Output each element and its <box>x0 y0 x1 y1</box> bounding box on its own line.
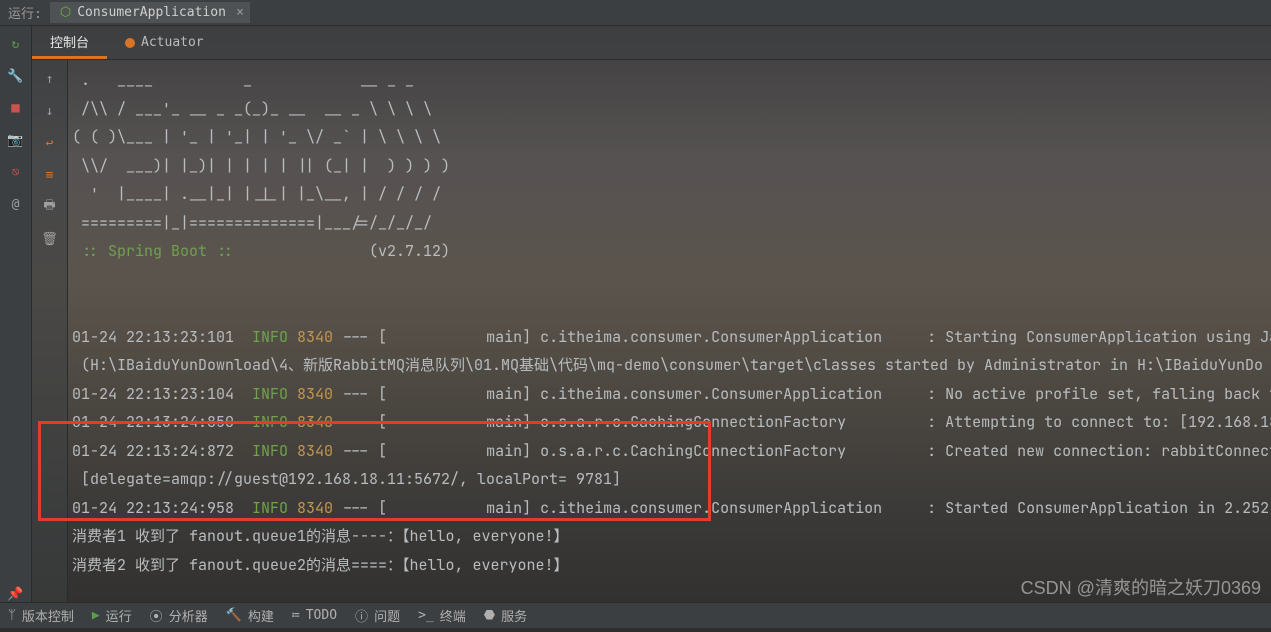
stack-icon[interactable]: ≡ <box>41 166 59 184</box>
tab-console[interactable]: 控制台 <box>32 26 107 59</box>
services-icon: ⬣ <box>484 608 495 623</box>
profiler-icon: ⦿ <box>150 606 163 625</box>
run-config-name: ConsumerApplication <box>77 5 226 20</box>
run-panel: ↑ ↓ ↩ ≡ 🖶 🗑 . ____ _ __ _ _ /\\ / ___'_ … <box>32 60 1271 602</box>
problems-icon: ⓘ <box>355 606 368 625</box>
run-titlebar: 运行: ⬡ ConsumerApplication × <box>0 0 1271 26</box>
print-icon[interactable]: 🖶 <box>41 198 59 216</box>
footer-build[interactable]: 🔨构建 <box>226 606 274 625</box>
tab-actuator[interactable]: Actuator <box>107 26 222 59</box>
hammer-icon: 🔨 <box>226 608 242 623</box>
footer-terminal[interactable]: >_终端 <box>418 606 466 625</box>
pin-icon[interactable]: 📌 <box>8 586 24 602</box>
spring-boot-icon: ⬡ <box>60 5 71 20</box>
footer-vcs[interactable]: ᛘ版本控制 <box>8 606 74 625</box>
terminal-icon: >_ <box>418 608 434 623</box>
stop-icon[interactable]: ■ <box>8 100 24 116</box>
clear-icon[interactable]: 🗑 <box>41 230 59 248</box>
run-tabs: 控制台 Actuator <box>32 26 1271 60</box>
rerun-icon[interactable]: ↻ <box>8 36 24 52</box>
scroll-up-icon[interactable]: ↑ <box>41 70 59 88</box>
footer-profiler[interactable]: ⦿分析器 <box>150 606 208 625</box>
run-tool-window: 控制台 Actuator ↑ ↓ ↩ ≡ 🖶 🗑 . ____ _ __ _ _… <box>32 26 1271 602</box>
soft-wrap-icon[interactable]: ↩ <box>41 134 59 152</box>
footer-todo[interactable]: ≔TODO <box>292 608 337 623</box>
console-output[interactable]: . ____ _ __ _ _ /\\ / ___'_ __ _ _(_)_ _… <box>68 60 1271 602</box>
scroll-down-icon[interactable]: ↓ <box>41 102 59 120</box>
wrench-icon[interactable]: 🔧 <box>8 68 24 84</box>
run-config-tab[interactable]: ⬡ ConsumerApplication × <box>50 2 250 23</box>
at-icon[interactable]: @ <box>8 196 24 212</box>
ide-footer: ᛘ版本控制 ▶运行 ⦿分析器 🔨构建 ≔TODO ⓘ问题 >_终端 ⬣服务 <box>0 602 1271 628</box>
camera-icon[interactable]: 📷 <box>8 132 24 148</box>
close-icon[interactable]: × <box>236 5 244 20</box>
todo-icon: ≔ <box>292 608 300 623</box>
footer-services[interactable]: ⬣服务 <box>484 606 527 625</box>
play-icon: ▶ <box>92 608 100 623</box>
console-gutter: ↑ ↓ ↩ ≡ 🖶 🗑 <box>32 60 68 602</box>
exit-icon[interactable]: ⎋ <box>8 164 24 180</box>
ide-left-toolbar: ↻ 🔧 ■ 📷 ⎋ @ 📌 <box>0 26 32 602</box>
run-label: 运行: <box>8 3 42 22</box>
tab-actuator-label: Actuator <box>141 35 204 50</box>
footer-run[interactable]: ▶运行 <box>92 606 132 625</box>
tab-console-label: 控制台 <box>50 32 89 51</box>
footer-problems[interactable]: ⓘ问题 <box>355 606 400 625</box>
branch-icon: ᛘ <box>8 608 16 623</box>
actuator-icon <box>125 38 135 48</box>
